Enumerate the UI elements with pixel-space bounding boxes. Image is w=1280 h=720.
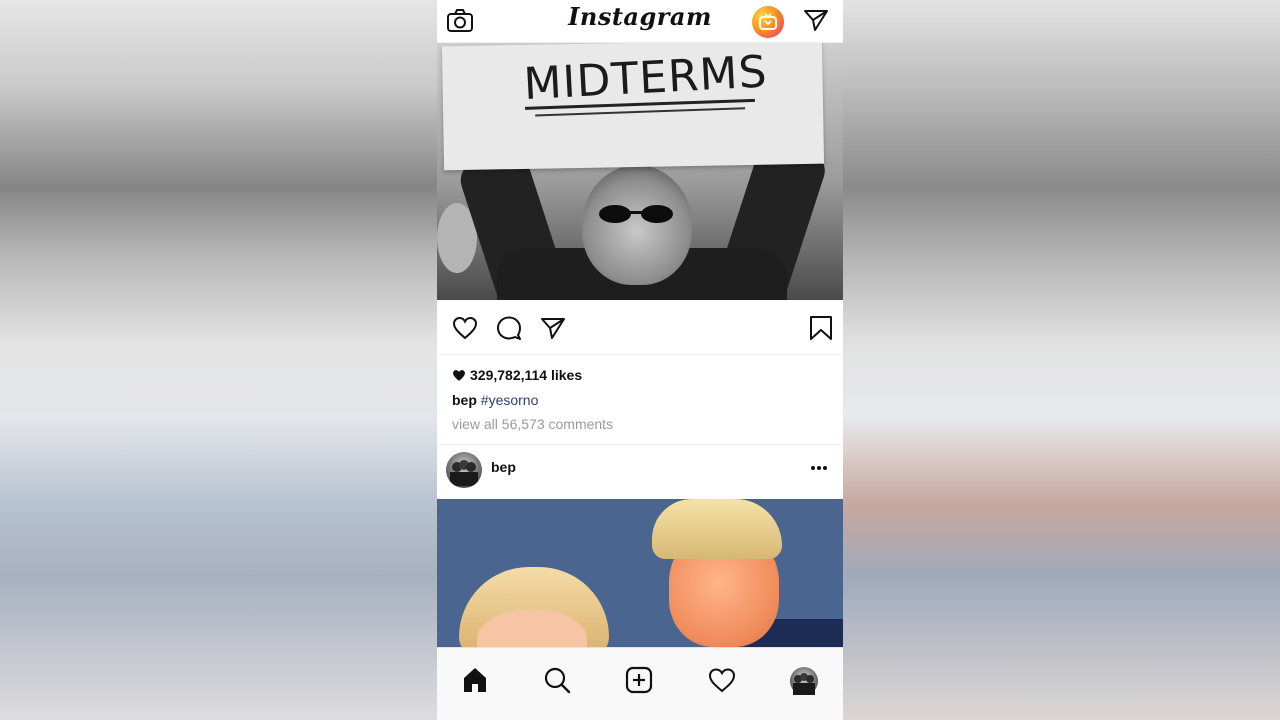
cartoon-figure-right-hair — [652, 499, 782, 559]
post-image-midterms[interactable]: MIDTERMS — [437, 43, 843, 300]
home-icon[interactable] — [461, 666, 489, 694]
bookmark-icon[interactable] — [808, 316, 834, 340]
top-bar: Instagram — [437, 0, 843, 43]
like-icon[interactable] — [452, 316, 478, 340]
person-head — [582, 165, 692, 285]
post-header: bep — [437, 444, 843, 499]
sunglasses — [599, 205, 673, 223]
background-blur-left — [0, 0, 437, 720]
post-caption: bep #yesorno — [452, 392, 538, 408]
instagram-feed: Instagram MIDTERMS 329,782,114 likes bep… — [437, 0, 843, 720]
camera-icon[interactable] — [446, 8, 474, 34]
caption-hashtag[interactable]: #yesorno — [481, 392, 539, 408]
share-icon[interactable] — [540, 316, 566, 340]
view-all-comments-link[interactable]: view all 56,573 comments — [452, 416, 613, 432]
heart-filled-icon — [453, 369, 465, 381]
post-actions — [437, 300, 843, 355]
sign-underline — [535, 107, 746, 117]
comment-icon[interactable] — [496, 316, 522, 340]
bottom-navigation — [437, 647, 843, 720]
protest-sign: MIDTERMS — [441, 43, 825, 171]
likes-label: 329,782,114 likes — [470, 367, 583, 383]
add-post-icon[interactable] — [625, 666, 653, 694]
profile-icon[interactable] — [790, 667, 818, 695]
post-username[interactable]: bep — [491, 459, 516, 475]
profile-avatar-photo — [793, 673, 815, 695]
activity-icon[interactable] — [708, 666, 736, 694]
background-blur-right — [843, 0, 1280, 720]
likes-count[interactable]: 329,782,114 likes — [452, 367, 582, 383]
more-options-icon[interactable] — [810, 465, 828, 471]
direct-message-icon[interactable] — [803, 8, 829, 32]
igtv-icon[interactable] — [752, 6, 784, 38]
search-icon[interactable] — [543, 666, 571, 694]
avatar-group-photo — [450, 460, 478, 486]
instagram-logo: Instagram — [568, 2, 712, 31]
avatar[interactable] — [446, 452, 482, 488]
caption-username[interactable]: bep — [452, 392, 477, 408]
post-image-cartoon[interactable] — [437, 499, 843, 647]
